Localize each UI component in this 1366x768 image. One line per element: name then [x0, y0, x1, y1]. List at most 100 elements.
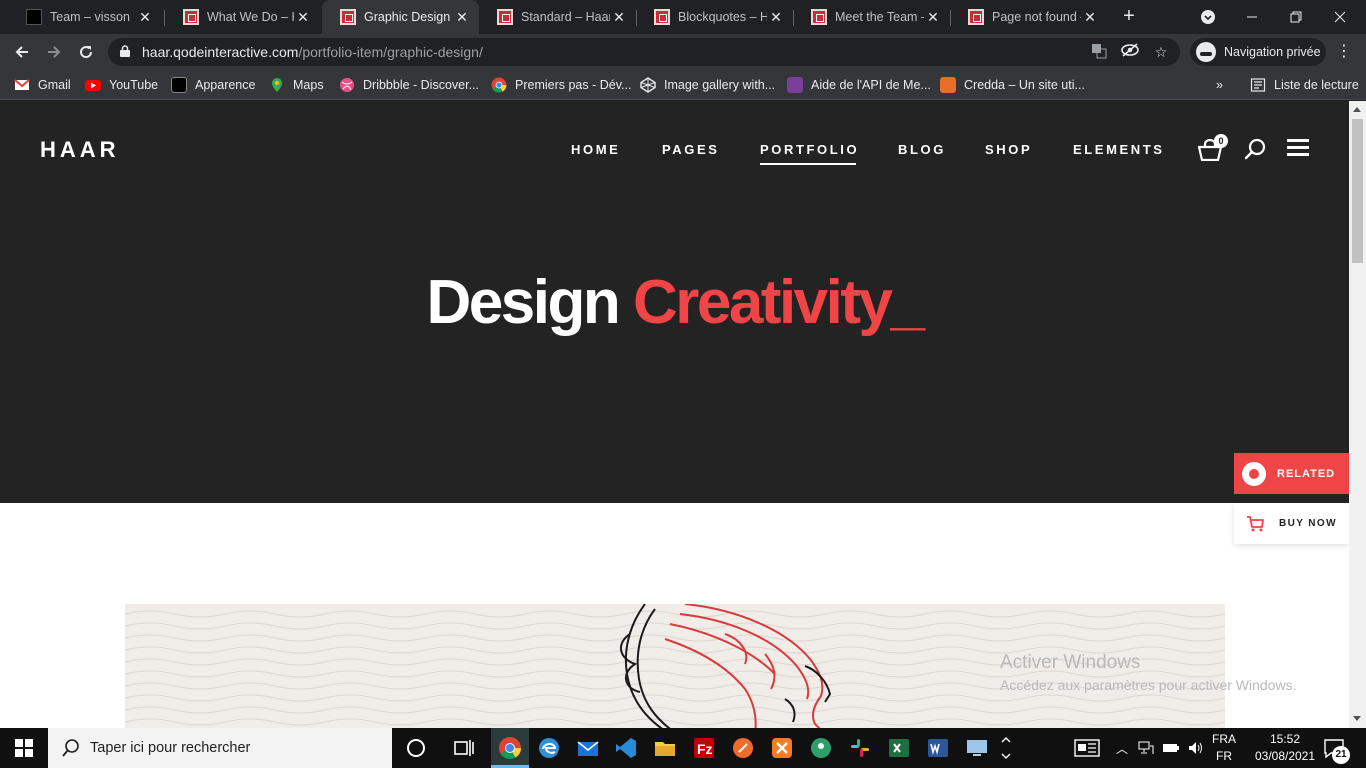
- task-view-icon[interactable]: [452, 736, 476, 760]
- svg-text:Fz: Fz: [697, 741, 713, 757]
- scrollbar-thumb[interactable]: [1352, 119, 1363, 263]
- clock-time: 15:52: [1269, 732, 1301, 746]
- nav-elements[interactable]: ELEMENTS: [1073, 142, 1165, 157]
- lock-icon[interactable]: [120, 45, 130, 57]
- bookmark-youtube[interactable]: YouTube: [85, 76, 158, 94]
- file-explorer-icon[interactable]: [653, 736, 677, 760]
- bookmarks-bar: Gmail YouTube Apparence Maps Dribbble - …: [0, 70, 1366, 100]
- filezilla-icon[interactable]: Fz: [692, 736, 716, 760]
- browser-menu-button[interactable]: ⋮: [1334, 42, 1354, 62]
- page-viewport: HAAR HOME PAGES PORTFOLIO BLOG SHOP ELEM…: [0, 101, 1349, 728]
- bookmark-apparence[interactable]: Apparence: [171, 76, 255, 94]
- nav-portfolio[interactable]: PORTFOLIO: [760, 142, 859, 165]
- close-icon[interactable]: ✕: [136, 9, 154, 26]
- address-bar[interactable]: haar.qodeinteractive.com/portfolio-item/…: [108, 38, 1180, 66]
- incognito-icon: [1196, 42, 1216, 62]
- bookmark-premiers-pas[interactable]: Premiers pas - Dév...: [491, 76, 631, 94]
- mail-icon[interactable]: [576, 736, 600, 760]
- taskbar-search-box[interactable]: Taper ici pour rechercher: [48, 728, 392, 768]
- network-icon[interactable]: [1138, 741, 1154, 755]
- scroll-down-arrow-icon[interactable]: [1353, 716, 1361, 721]
- windows-activation-watermark: Activer Windows Accédez aux paramètres p…: [1000, 652, 1296, 693]
- word-icon[interactable]: [926, 736, 950, 760]
- chrome-icon: [499, 737, 521, 759]
- tab-meet-the-team[interactable]: Meet the Team – ✕: [793, 0, 950, 34]
- tab-standard[interactable]: Standard – Haar ✕: [479, 0, 636, 34]
- chrome-taskbar-button[interactable]: [491, 728, 529, 768]
- maps-app-icon[interactable]: [809, 736, 833, 760]
- page-scrollbar[interactable]: [1349, 101, 1366, 728]
- bookmark-dribbble[interactable]: Dribbble - Discover...: [339, 76, 479, 94]
- xampp-icon[interactable]: [770, 736, 794, 760]
- scroll-up-arrow-icon[interactable]: [1353, 107, 1361, 112]
- nav-shop[interactable]: SHOP: [985, 142, 1032, 157]
- haar-favicon-icon: [968, 9, 984, 25]
- close-icon[interactable]: ✕: [610, 9, 628, 26]
- browser-toolbar: haar.qodeinteractive.com/portfolio-item/…: [0, 34, 1366, 70]
- reading-list-button[interactable]: Liste de lecture: [1250, 76, 1359, 94]
- site-logo[interactable]: HAAR: [40, 137, 120, 163]
- tab-team-visson[interactable]: Team – visson ✕: [8, 0, 162, 34]
- tab-graphic-design[interactable]: Graphic Design – ✕: [322, 0, 479, 34]
- new-tab-button[interactable]: +: [1118, 5, 1140, 29]
- close-icon[interactable]: ✕: [294, 9, 312, 26]
- taskbar-search-placeholder: Taper ici pour rechercher: [90, 740, 251, 756]
- reload-button[interactable]: [72, 38, 100, 66]
- restore-button[interactable]: [1274, 0, 1318, 34]
- close-icon[interactable]: ✕: [453, 9, 471, 26]
- eye-off-icon[interactable]: [1121, 43, 1139, 61]
- taskbar-clock[interactable]: 15:52 03/08/2021: [1252, 731, 1318, 765]
- bookmark-api-mailchimp[interactable]: Aide de l'API de Me...: [787, 76, 931, 94]
- cortana-icon[interactable]: [404, 736, 428, 760]
- search-icon[interactable]: [1244, 138, 1266, 160]
- bookmark-credda[interactable]: Credda – Un site uti...: [940, 76, 1085, 94]
- url-host: haar.qodeinteractive.com: [142, 44, 299, 60]
- bookmark-gmail[interactable]: Gmail: [14, 76, 71, 94]
- visson-icon: [171, 77, 187, 93]
- forward-button[interactable]: [40, 38, 68, 66]
- nav-home[interactable]: HOME: [571, 142, 620, 157]
- buy-now-button[interactable]: BUY NOW: [1234, 503, 1349, 544]
- nav-blog[interactable]: BLOG: [898, 142, 946, 157]
- double-chevron-right-icon: »: [1216, 78, 1223, 92]
- related-button[interactable]: RELATED: [1234, 453, 1349, 494]
- tab-page-not-found[interactable]: Page not found – ✕: [950, 0, 1107, 34]
- tab-title: What We Do – Ha: [207, 10, 294, 24]
- back-button[interactable]: [8, 38, 36, 66]
- tab-title: Page not found –: [992, 10, 1081, 24]
- bookmark-maps[interactable]: Maps: [269, 76, 324, 94]
- tab-search-button[interactable]: [1186, 0, 1230, 34]
- news-widget-icon[interactable]: [1074, 739, 1100, 757]
- battery-icon[interactable]: [1162, 742, 1180, 754]
- close-icon[interactable]: ✕: [924, 9, 942, 26]
- slack-icon[interactable]: [848, 736, 872, 760]
- excel-icon[interactable]: [887, 736, 911, 760]
- chevron-up-icon[interactable]: ︿: [1116, 740, 1128, 757]
- close-window-button[interactable]: [1318, 0, 1362, 34]
- url-path: /portfolio-item/graphic-design/: [298, 44, 483, 60]
- input-language-indicator[interactable]: FRA FR: [1210, 731, 1238, 765]
- minimize-button[interactable]: [1230, 0, 1274, 34]
- tab-blockquotes[interactable]: Blockquotes – Ha ✕: [636, 0, 793, 34]
- volume-icon[interactable]: [1188, 741, 1204, 755]
- taskbar-scroll-icon[interactable]: [1000, 734, 1012, 762]
- hamburger-menu-icon[interactable]: [1287, 139, 1309, 157]
- more-bookmarks-button[interactable]: »: [1216, 76, 1223, 94]
- tab-title: Blockquotes – Ha: [678, 10, 767, 24]
- translate-icon[interactable]: [1090, 43, 1108, 61]
- vscode-icon[interactable]: [614, 736, 638, 760]
- bookmark-image-gallery[interactable]: Image gallery with...: [640, 76, 775, 94]
- remote-desktop-icon[interactable]: [965, 736, 989, 760]
- postman-icon[interactable]: [731, 736, 755, 760]
- close-icon[interactable]: ✕: [1081, 9, 1099, 26]
- start-button[interactable]: [0, 728, 48, 768]
- star-icon[interactable]: ☆: [1152, 43, 1170, 61]
- edge-icon[interactable]: [537, 736, 561, 760]
- tab-what-we-do[interactable]: What We Do – Ha ✕: [165, 0, 320, 34]
- nav-pages[interactable]: PAGES: [662, 142, 720, 157]
- bookmark-label: Apparence: [195, 78, 256, 92]
- incognito-indicator[interactable]: Navigation privée: [1190, 38, 1326, 66]
- gmail-icon: [14, 79, 30, 90]
- headline-white-word: Design: [426, 268, 620, 337]
- close-icon[interactable]: ✕: [767, 9, 785, 26]
